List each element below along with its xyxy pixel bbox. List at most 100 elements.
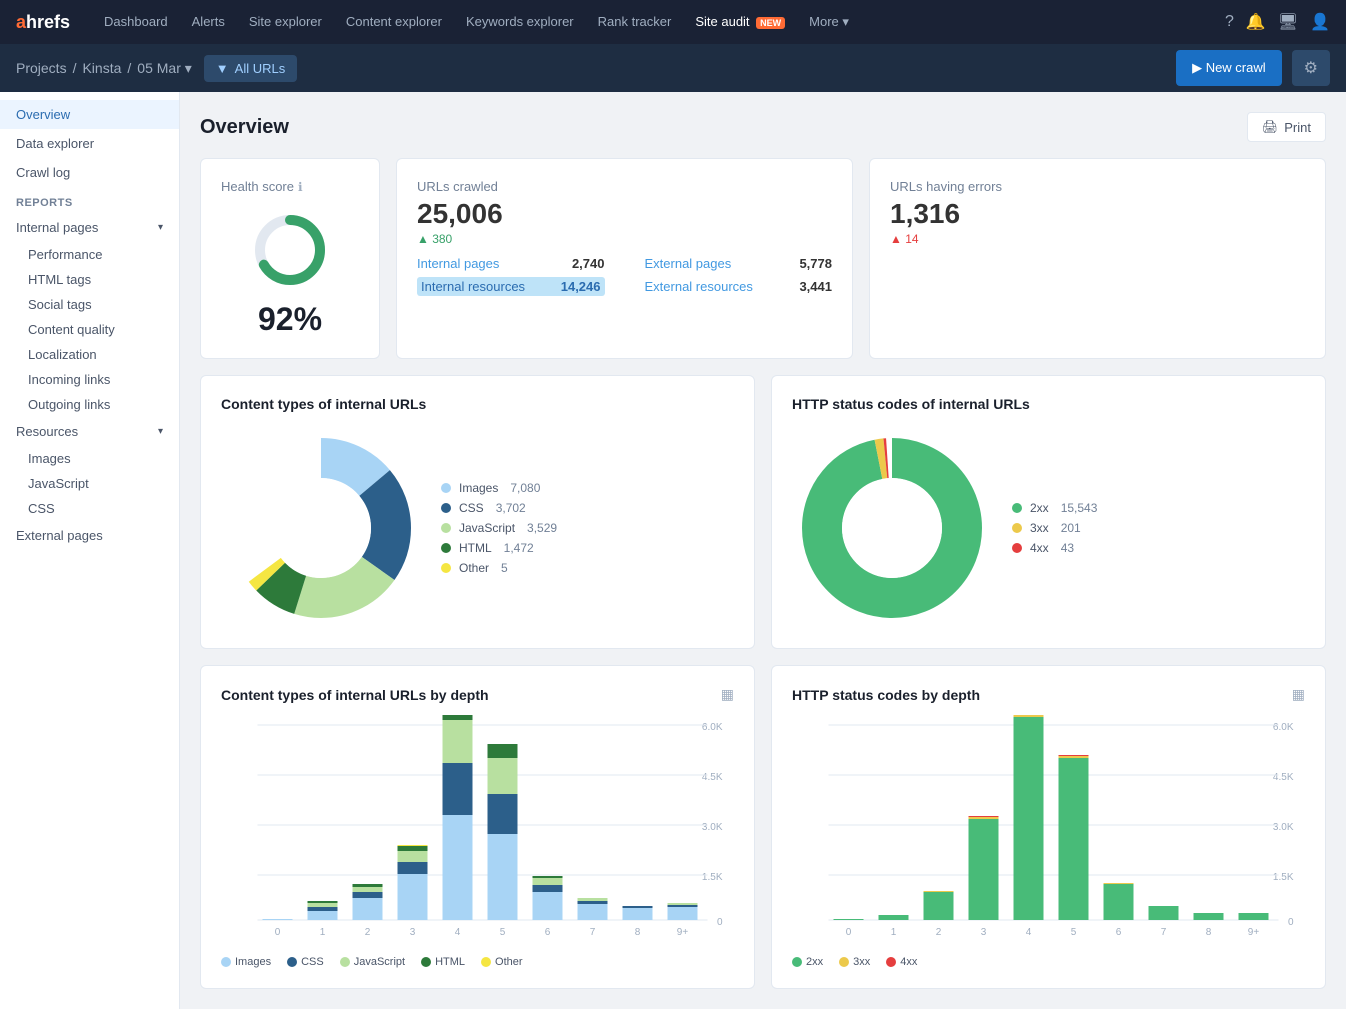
nav-rank-tracker[interactable]: Rank tracker — [588, 8, 682, 36]
sidebar-item-external-pages[interactable]: External pages — [0, 521, 179, 550]
legend-4xx: 4xx 43 — [1012, 541, 1097, 555]
svg-text:3: 3 — [410, 927, 416, 938]
svg-text:6.0K: 6.0K — [1273, 722, 1294, 733]
sidebar-sub-performance[interactable]: Performance — [0, 242, 179, 267]
filter-button[interactable]: ▼ All URLs — [204, 55, 297, 82]
svg-text:0: 0 — [846, 927, 852, 938]
urls-errors-label: URLs having errors — [890, 179, 1305, 194]
bell-icon[interactable]: 🔔 — [1246, 12, 1266, 32]
svg-text:4: 4 — [455, 927, 461, 938]
new-badge: NEW — [756, 17, 785, 29]
page-header: Overview 🖨 Print — [200, 112, 1326, 142]
http-status-bar-header: HTTP status codes by depth ▦ — [792, 686, 1305, 703]
legend-images: Images 7,080 — [441, 481, 557, 495]
content-types-donut-card: Content types of internal URLs — [200, 375, 755, 649]
help-icon[interactable]: ? — [1225, 13, 1234, 31]
url-row-external-resources: External resources 3,441 — [645, 277, 833, 296]
main-content: Overview 🖨 Print Health score ℹ 92% — [180, 92, 1346, 1009]
urls-crawled-value: 25,006 — [417, 198, 832, 230]
svg-text:2: 2 — [936, 927, 942, 938]
sidebar-sub-outgoing-links[interactable]: Outgoing links — [0, 392, 179, 417]
svg-text:7: 7 — [1161, 927, 1167, 938]
sidebar-sub-incoming-links[interactable]: Incoming links — [0, 367, 179, 392]
legend-html: HTML 1,472 — [441, 541, 557, 555]
svg-text:5: 5 — [500, 927, 506, 938]
content-types-donut-container: Images 7,080 CSS 3,702 JavaScript 3,529 — [221, 428, 734, 628]
donut-charts-row: Content types of internal URLs — [200, 375, 1326, 649]
sidebar-section-reports: REPORTS — [0, 187, 179, 213]
http-status-donut-card: HTTP status codes of internal URLs — [771, 375, 1326, 649]
new-crawl-button[interactable]: ▶ New crawl — [1176, 50, 1282, 86]
urls-crawled-delta: ▲ 380 — [417, 232, 832, 246]
sidebar-sub-html-tags[interactable]: HTML tags — [0, 267, 179, 292]
breadcrumb-date[interactable]: 05 Mar ▾ — [137, 60, 192, 77]
svg-text:0: 0 — [275, 927, 281, 938]
nav-content-explorer[interactable]: Content explorer — [336, 8, 452, 36]
logo: ahrefs — [16, 12, 70, 33]
sidebar-sub-localization[interactable]: Localization — [0, 342, 179, 367]
http-status-bar-svg: 6.0K 4.5K 3.0K 1.5K — [792, 715, 1305, 945]
breadcrumb-projects[interactable]: Projects — [16, 60, 67, 76]
svg-text:6: 6 — [545, 927, 551, 938]
legend-3xx: 3xx 201 — [1012, 521, 1097, 535]
sidebar-item-data-explorer[interactable]: Data explorer — [0, 129, 179, 158]
sidebar-sub-social-tags[interactable]: Social tags — [0, 292, 179, 317]
nav-site-explorer[interactable]: Site explorer — [239, 8, 332, 36]
nav-more[interactable]: More ▾ — [799, 8, 859, 36]
content-types-legend: Images 7,080 CSS 3,702 JavaScript 3,529 — [441, 481, 557, 575]
sidebar-item-overview[interactable]: Overview — [0, 100, 179, 129]
legend-css: CSS 3,702 — [441, 501, 557, 515]
sidebar-sub-css[interactable]: CSS — [0, 496, 179, 521]
svg-text:4.5K: 4.5K — [702, 772, 723, 783]
page-title: Overview — [200, 116, 289, 139]
settings-button[interactable]: ⚙ — [1292, 50, 1330, 86]
nav-alerts[interactable]: Alerts — [182, 8, 235, 36]
content-types-bar-svg: 6.0K 4.5K 3.0K 1.5K — [221, 715, 734, 945]
sidebar-sub-content-quality[interactable]: Content quality — [0, 317, 179, 342]
urls-errors-value: 1,316 — [890, 198, 1305, 230]
health-score-label: Health score ℹ — [221, 179, 359, 194]
nav-keywords-explorer[interactable]: Keywords explorer — [456, 8, 584, 36]
urls-errors-delta: ▲ 14 — [890, 232, 1305, 246]
chevron-down-icon-resources: ▾ — [158, 426, 163, 437]
urls-errors-card: URLs having errors 1,316 ▲ 14 — [869, 158, 1326, 359]
print-button[interactable]: 🖨 Print — [1247, 112, 1326, 142]
svg-text:1.5K: 1.5K — [1273, 872, 1294, 883]
sidebar-item-resources[interactable]: Resources ▾ — [0, 417, 179, 446]
sub-nav: Projects / Kinsta / 05 Mar ▾ ▼ All URLs … — [0, 44, 1346, 92]
svg-text:1: 1 — [320, 927, 326, 938]
svg-text:8: 8 — [1206, 927, 1212, 938]
svg-text:2: 2 — [365, 927, 371, 938]
svg-text:1: 1 — [891, 927, 897, 938]
nav-site-audit[interactable]: Site audit NEW — [685, 8, 795, 36]
user-icon[interactable]: 👤 — [1310, 12, 1330, 32]
bar-legend-html: HTML — [421, 956, 465, 968]
legend-2xx: 2xx 15,543 — [1012, 501, 1097, 515]
breadcrumb: Projects / Kinsta / 05 Mar ▾ — [16, 60, 192, 77]
nav-right-icons: ? 🔔 🖥 👤 — [1225, 12, 1330, 32]
bar-charts-row: Content types of internal URLs by depth … — [200, 665, 1326, 989]
sidebar-sub-javascript[interactable]: JavaScript — [0, 471, 179, 496]
print-icon: 🖨 — [1262, 119, 1279, 135]
chevron-down-icon: ▾ — [158, 222, 163, 233]
http-bar-chart-settings-icon[interactable]: ▦ — [1292, 686, 1305, 703]
svg-text:9+: 9+ — [677, 927, 689, 938]
info-icon[interactable]: ℹ — [298, 180, 303, 194]
bar-legend-4xx: 4xx — [886, 956, 917, 968]
nav-dashboard[interactable]: Dashboard — [94, 8, 178, 36]
sidebar: Overview Data explorer Crawl log REPORTS… — [0, 92, 180, 1009]
sidebar-sub-images[interactable]: Images — [0, 446, 179, 471]
sidebar-item-crawl-log[interactable]: Crawl log — [0, 158, 179, 187]
bar-chart-settings-icon[interactable]: ▦ — [721, 686, 734, 703]
monitor-icon[interactable]: 🖥 — [1278, 12, 1298, 32]
nav-links: Dashboard Alerts Site explorer Content e… — [94, 8, 1225, 36]
sidebar-item-internal-pages[interactable]: Internal pages ▾ — [0, 213, 179, 242]
filter-icon: ▼ — [216, 61, 229, 76]
url-row-internal-pages: Internal pages 2,740 — [417, 254, 605, 273]
http-status-donut-svg — [792, 428, 992, 628]
content-types-bar-title: Content types of internal URLs by depth — [221, 687, 489, 703]
svg-text:9+: 9+ — [1248, 927, 1260, 938]
svg-text:5: 5 — [1071, 927, 1077, 938]
breadcrumb-kinsta[interactable]: Kinsta — [82, 60, 121, 76]
legend-other: Other 5 — [441, 561, 557, 575]
